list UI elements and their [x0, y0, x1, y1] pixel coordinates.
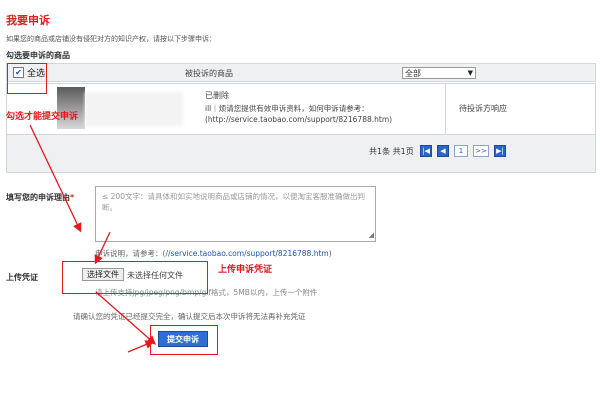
arrow-to-upload: [94, 231, 111, 265]
arrow-to-reason: [29, 124, 82, 233]
annotation-arrows: [29, 124, 156, 353]
arrow-to-submit: [95, 291, 156, 345]
arrow-confirm-to-submit: [127, 340, 155, 353]
